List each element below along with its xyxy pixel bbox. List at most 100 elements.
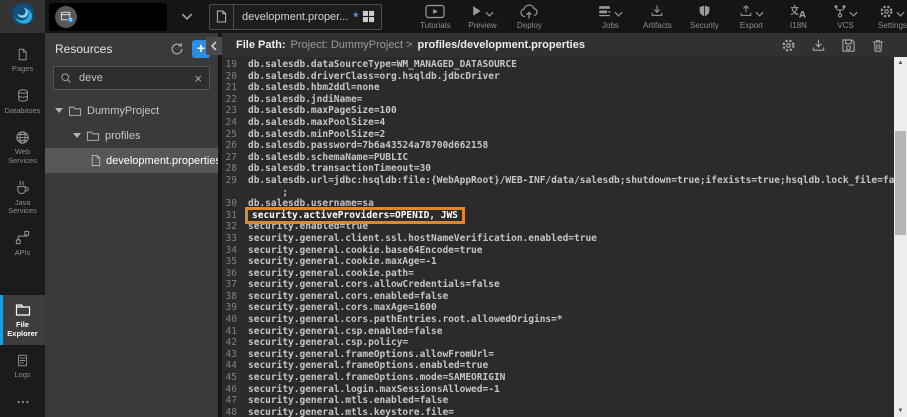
editor-save-button[interactable] — [841, 38, 856, 53]
sidebar-item-file-explorer[interactable]: File Explorer — [0, 295, 45, 345]
project-chevron-down-icon[interactable] — [181, 13, 193, 20]
code-line[interactable]: 22db.salesdb.jndiName= — [222, 94, 907, 106]
refresh-icon[interactable] — [170, 42, 184, 56]
code-line[interactable]: 47security.general.mtls.enabled=false — [222, 395, 907, 407]
editor-delete-button[interactable] — [871, 38, 885, 53]
sidebar-item-java-services[interactable]: Java Services — [0, 173, 45, 223]
tree-item-profiles[interactable]: profiles — [45, 123, 218, 148]
tree-item-dummyproject[interactable]: DummyProject — [45, 98, 218, 123]
property-text: security.general.cors.enabled=false — [248, 291, 448, 303]
code-line[interactable]: 39security.general.cors.maxAge=1600 — [222, 302, 907, 314]
code-line[interactable]: 19db.salesdb.dataSourceType=WM_MANAGED_D… — [222, 59, 907, 71]
sidebar-item-more[interactable] — [0, 387, 45, 417]
tool-vcs[interactable]: VCS — [830, 4, 860, 30]
tool-settings[interactable]: Settings — [877, 4, 907, 30]
line-number: 23 — [222, 105, 248, 117]
editor-download-button[interactable] — [811, 38, 826, 53]
line-number: 41 — [222, 326, 248, 338]
chevron-down-icon — [614, 11, 623, 17]
code-line[interactable]: 35security.general.cookie.maxAge=-1 — [222, 256, 907, 268]
code-line[interactable]: 45security.general.frameOptions.mode=SAM… — [222, 372, 907, 384]
property-text: security.general.cookie.base64Encode=tru… — [248, 245, 483, 257]
line-number: 25 — [222, 129, 248, 141]
code-line[interactable]: 42security.general.csp.policy= — [222, 337, 907, 349]
collapse-panel-button[interactable] — [206, 37, 222, 55]
tool-i18n[interactable]: A I18N — [783, 4, 813, 30]
sidebar-item-web-services[interactable]: Web Services — [0, 122, 45, 172]
code-line[interactable]: 37security.general.cors.allowCredentials… — [222, 279, 907, 291]
tool-preview[interactable]: Preview — [467, 4, 497, 30]
code-line[interactable]: 28db.salesdb.transactionTimeout=30 — [222, 163, 907, 175]
code-line[interactable]: 21db.salesdb.hbm2ddl=none — [222, 82, 907, 94]
tool-jobs[interactable]: Jobs — [595, 4, 625, 30]
code-line[interactable]: ; — [222, 187, 907, 199]
sidebar-item-pages[interactable]: Pages — [0, 39, 45, 81]
tool-deploy[interactable]: Deploy — [514, 4, 544, 30]
line-number: 45 — [222, 372, 248, 384]
property-text: security.general.client.ssl.hostNameVeri… — [248, 233, 597, 245]
tree-item-development-properties[interactable]: development.properties — [45, 148, 218, 173]
code-line[interactable]: 30db.salesdb.username=sa — [222, 198, 907, 210]
scroll-up-button[interactable]: ▲ — [894, 57, 907, 69]
resources-panel: Resources + × DummyProjectprofilesdevelo… — [45, 33, 218, 417]
code-line[interactable]: 25db.salesdb.minPoolSize=2 — [222, 129, 907, 141]
tool-label: Settings — [878, 21, 907, 30]
search-input[interactable] — [77, 71, 193, 85]
sidebar-item-label: File Explorer — [1, 321, 44, 338]
unsaved-indicator: * — [353, 10, 358, 24]
file-tree: DummyProject profilesdevelopment.properti… — [45, 98, 218, 417]
file-path-project: Project: DummyProject > — [291, 39, 413, 51]
tree-item-label: DummyProject — [87, 105, 159, 117]
code-line[interactable]: 48security.general.mtls.keystore.file= — [222, 407, 907, 417]
code-line[interactable]: 31security.activeProviders=OPENID, JWS — [222, 210, 907, 222]
code-line[interactable]: 26db.salesdb.password=7b6a43524a78700d66… — [222, 140, 907, 152]
code-line[interactable]: 38security.general.cors.enabled=false — [222, 291, 907, 303]
property-text: db.salesdb.driverClass=org.hsqldb.jdbcDr… — [248, 71, 500, 83]
property-text: security.general.frameOptions.enabled=tr… — [248, 360, 488, 372]
tool-export[interactable]: Export — [736, 4, 766, 30]
scroll-down-button[interactable]: ▼ — [894, 405, 907, 417]
code-line[interactable]: 33security.general.client.ssl.hostNameVe… — [222, 233, 907, 245]
line-number: 22 — [222, 94, 248, 106]
scrollbar-thumb[interactable] — [895, 131, 906, 235]
code-line[interactable]: 23db.salesdb.maxPageSize=100 — [222, 105, 907, 117]
code-line[interactable]: 27db.salesdb.schemaName=PUBLIC — [222, 152, 907, 164]
clear-search-icon[interactable]: × — [193, 71, 203, 86]
tool-artifacts[interactable]: Artifacts — [642, 4, 672, 30]
code-line[interactable]: 20db.salesdb.driverClass=org.hsqldb.jdbc… — [222, 71, 907, 83]
resources-title: Resources — [55, 42, 170, 56]
property-text: db.salesdb.maxPageSize=100 — [248, 105, 397, 117]
code-line[interactable]: 44security.general.frameOptions.enabled=… — [222, 360, 907, 372]
code-line[interactable]: 41security.general.csp.enabled=false — [222, 326, 907, 338]
tool-label: I18N — [790, 21, 807, 30]
file-tab[interactable]: development.proper... * — [209, 4, 382, 30]
code-line[interactable]: 24db.salesdb.maxPoolSize=4 — [222, 117, 907, 129]
code-line[interactable]: 36security.general.cookie.path= — [222, 268, 907, 280]
sidebar-item-logs[interactable]: Logs — [0, 345, 45, 387]
tool-tutorials[interactable]: Tutorials — [420, 4, 450, 30]
code-line[interactable]: 43security.general.frameOptions.allowFro… — [222, 349, 907, 361]
code-line[interactable]: 29db.salesdb.url=jdbc:hsqldb:file:{WebAp… — [222, 175, 907, 187]
code-line[interactable]: 46security.general.login.maxSessionsAllo… — [222, 384, 907, 396]
editor-settings-button[interactable] — [781, 38, 796, 53]
property-text: db.salesdb.password=7b6a43524a78700d6621… — [248, 140, 488, 152]
line-number: 43 — [222, 349, 248, 361]
tool-security[interactable]: Security — [689, 4, 719, 30]
line-number: 35 — [222, 256, 248, 268]
code-line[interactable]: 40security.general.cors.pathEntries.root… — [222, 314, 907, 326]
sidebar-item-databases[interactable]: Databases — [0, 81, 45, 123]
code-line[interactable]: 34security.general.cookie.base64Encode=t… — [222, 245, 907, 257]
wavemaker-logo[interactable] — [0, 0, 45, 33]
file-explorer-icon — [15, 302, 31, 318]
grid-icon[interactable] — [362, 10, 375, 23]
sidebar-item-apis[interactable]: APIs — [0, 223, 45, 265]
code-editor[interactable]: 19db.salesdb.dataSourceType=WM_MANAGED_D… — [222, 57, 907, 417]
project-app-icon[interactable] — [55, 6, 77, 28]
wavemaker-wave-icon — [10, 1, 36, 32]
tool-label: Tutorials — [420, 21, 450, 30]
property-text: db.salesdb.username=sa — [248, 198, 374, 210]
file-icon — [210, 5, 234, 29]
caret-down-icon[interactable] — [55, 108, 63, 113]
caret-down-icon[interactable] — [73, 133, 81, 138]
code-line[interactable]: 32security.enabled=true — [222, 221, 907, 233]
